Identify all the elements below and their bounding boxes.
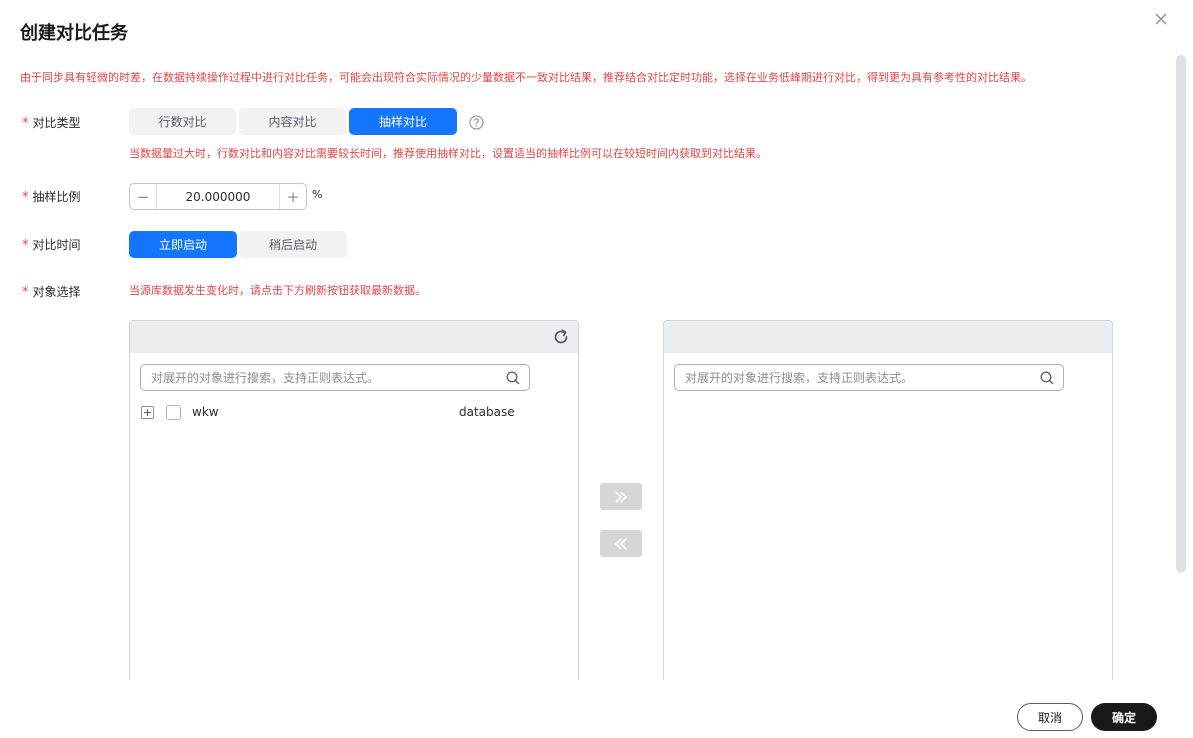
search-icon[interactable]	[1039, 370, 1055, 386]
node-checkbox[interactable]	[166, 405, 181, 420]
required-mark: *	[22, 190, 29, 205]
double-chevron-right-icon	[615, 490, 628, 503]
target-search-input[interactable]	[675, 370, 1039, 385]
node-type: database	[459, 405, 515, 419]
panel-header	[664, 321, 1112, 353]
confirm-button[interactable]: 确定	[1091, 703, 1157, 731]
question-circle-icon	[469, 115, 484, 130]
plus-icon	[144, 409, 151, 416]
node-name: wkw	[192, 405, 219, 419]
create-compare-task-dialog: 创建对比任务 由于同步具有轻微的时差，在数据持续操作过程中进行对比任务，可能会出…	[0, 0, 1193, 738]
compare-type-label: * 对比类型	[22, 116, 81, 131]
target-search-box	[674, 364, 1064, 391]
panel-header	[130, 321, 578, 353]
compare-type-row-count[interactable]: 行数对比	[129, 108, 236, 135]
refresh-button[interactable]	[552, 328, 570, 346]
help-button[interactable]	[469, 115, 484, 130]
move-right-button[interactable]	[600, 483, 642, 510]
search-icon[interactable]	[505, 370, 521, 386]
close-button[interactable]	[1150, 8, 1172, 30]
source-search-box	[140, 364, 530, 391]
required-mark: *	[22, 238, 29, 253]
sync-warning-text: 由于同步具有轻微的时差，在数据持续操作过程中进行对比任务，可能会出现符合实际情况…	[20, 71, 1032, 84]
compare-type-content[interactable]: 内容对比	[239, 108, 346, 135]
compare-time-later[interactable]: 稍后启动	[239, 231, 347, 258]
move-left-button[interactable]	[600, 530, 642, 557]
vertical-scrollbar[interactable]	[1176, 55, 1186, 573]
cancel-button[interactable]: 取消	[1017, 703, 1083, 731]
compare-type-sampling[interactable]: 抽样对比	[349, 108, 457, 135]
compare-time-now[interactable]: 立即启动	[129, 231, 237, 258]
sample-ratio-label: * 抽样比例	[22, 190, 81, 205]
dialog-title: 创建对比任务	[20, 23, 128, 44]
source-object-panel: wkw database	[129, 320, 579, 680]
sample-ratio-stepper: − 20.000000 +	[129, 183, 307, 210]
refresh-icon	[554, 329, 568, 344]
object-select-hint: 当源库数据发生变化时，请点击下方刷新按钮获取最新数据。	[129, 284, 426, 297]
expand-node-button[interactable]	[141, 406, 154, 419]
required-mark: *	[22, 285, 29, 300]
increment-button[interactable]: +	[279, 184, 306, 209]
percent-unit: %	[312, 188, 323, 201]
tree-node-row: wkw database	[141, 404, 521, 424]
decrement-button[interactable]: −	[130, 184, 157, 209]
source-search-input[interactable]	[141, 370, 505, 385]
compare-type-hint: 当数据量过大时，行数对比和内容对比需要较长时间，推荐使用抽样对比，设置适当的抽样…	[129, 147, 767, 160]
compare-time-label: * 对比时间	[22, 238, 81, 253]
object-select-label: * 对象选择	[22, 285, 81, 300]
close-icon	[1155, 13, 1167, 25]
required-mark: *	[22, 116, 29, 131]
double-chevron-left-icon	[614, 537, 627, 550]
sample-ratio-input[interactable]: 20.000000	[157, 190, 279, 204]
target-object-panel	[663, 320, 1113, 680]
